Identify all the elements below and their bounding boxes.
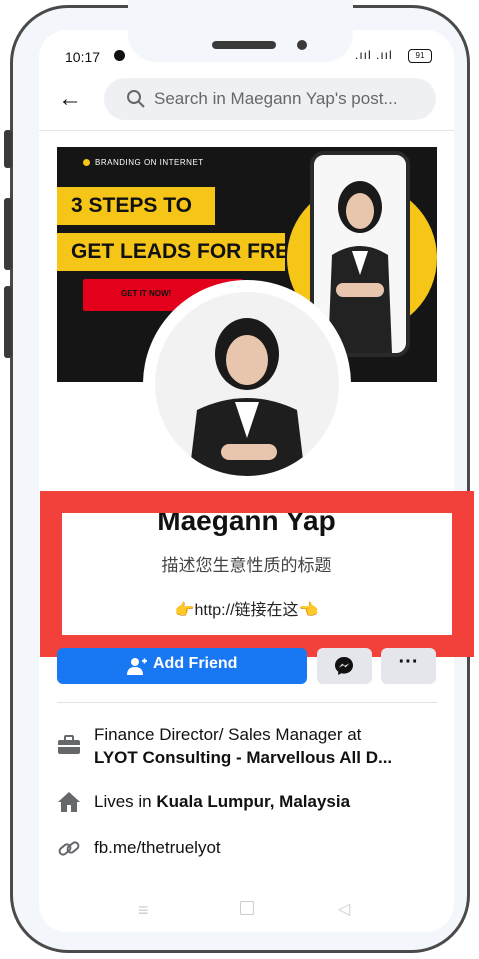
link-icon <box>58 841 80 856</box>
banner-line-1: 3 STEPS TO <box>71 194 192 217</box>
nav-back-icon[interactable]: ◁ <box>338 899 350 919</box>
briefcase-icon <box>58 735 80 754</box>
divider <box>57 702 437 703</box>
lives-in: Lives in Kuala Lumpur, Malaysia <box>94 792 350 812</box>
brand-dot <box>83 159 90 166</box>
profile-photo <box>189 318 305 476</box>
messenger-notification-icon <box>114 50 125 61</box>
home-icon <box>58 792 80 812</box>
add-friend-button[interactable]: Add Friend <box>57 648 307 684</box>
status-time: 10:17 <box>65 49 101 65</box>
volume-down-button <box>4 198 12 270</box>
search-placeholder: Search in Maegann Yap's post... <box>154 89 398 108</box>
front-camera <box>297 40 307 50</box>
search-icon <box>127 90 145 108</box>
message-button[interactable] <box>317 648 372 684</box>
avatar[interactable] <box>155 292 339 476</box>
signal-icon: .ııl .ııl <box>355 48 393 62</box>
power-button <box>4 286 12 358</box>
battery-icon: 91 <box>408 49 432 63</box>
work-line-1: Finance Director/ Sales Manager at <box>94 725 362 744</box>
add-friend-label: Add Friend <box>153 655 238 672</box>
back-button[interactable]: ← <box>58 84 86 114</box>
search-input[interactable]: Search in Maegann Yap's post... <box>104 78 436 120</box>
volume-up-button <box>4 130 12 168</box>
messenger-icon <box>335 657 353 675</box>
divider <box>39 130 454 131</box>
banner-cta-text: GET IT NOW! <box>121 289 172 298</box>
work-line-2[interactable]: LYOT Consulting - Marvellous All D... <box>94 748 392 768</box>
website-link[interactable]: fb.me/thetruelyot <box>94 838 221 858</box>
highlight-box <box>40 491 474 657</box>
lives-in-prefix: Lives in <box>94 792 157 811</box>
lives-in-city[interactable]: Kuala Lumpur, Malaysia <box>156 792 350 811</box>
more-options-button[interactable]: ··· <box>381 648 436 684</box>
banner-line-2: GET LEADS FOR FREE! <box>71 240 311 263</box>
banner-brand-text: BRANDING ON INTERNET <box>95 158 204 167</box>
speaker <box>212 41 276 49</box>
nav-home-icon[interactable] <box>240 901 254 915</box>
notch <box>128 0 353 62</box>
nav-menu-icon[interactable]: ≡ <box>138 900 149 921</box>
add-friend-icon <box>127 658 147 675</box>
